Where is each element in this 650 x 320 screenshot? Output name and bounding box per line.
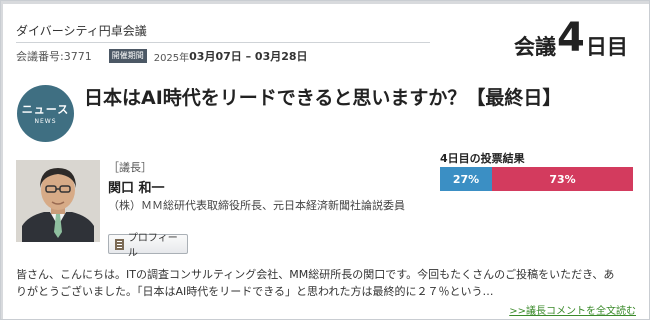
news-icon-sublabel: NEWS <box>34 118 57 125</box>
period-badge: 開催期間 <box>108 49 147 63</box>
vote-result-bar: 27% 73% <box>440 167 633 191</box>
news-icon-label: ニュース <box>21 103 70 116</box>
document-icon <box>115 238 124 250</box>
profile-button[interactable]: プロフィール <box>108 233 188 259</box>
vote-no-segment: 73% <box>492 167 633 191</box>
day-indicator: 会議 4 日目 <box>514 16 628 60</box>
chair-name: 関口 和一 <box>108 181 165 196</box>
period-year: 2025年 <box>153 52 190 64</box>
chair-affiliation: （株）ＭＭ総研代表取締役所長、元日本経済新聞社論説委員 <box>108 199 405 212</box>
profile-button-label: プロフィール <box>127 233 178 259</box>
day-number: 4 <box>557 15 585 61</box>
meeting-id: 会議番号:3771 <box>16 50 92 63</box>
read-full-comment-link[interactable]: >>議長コメントを全文読む <box>509 302 636 317</box>
series-title[interactable]: ダイバーシティ円卓会議 <box>16 22 147 39</box>
series-divider <box>16 42 430 43</box>
day-suffix: 日目 <box>585 35 628 59</box>
day-prefix: 会議 <box>514 35 556 59</box>
news-icon: ニュース NEWS <box>17 85 74 142</box>
vote-yes-segment: 27% <box>440 167 493 191</box>
chair-role: ［議長］ <box>108 161 152 174</box>
meeting-meta: 会議番号:3771 開催期間 2025年 03月07日 – 03月28日 <box>16 49 308 64</box>
headline[interactable]: 日本はAI時代をリードできると思いますか？【最終日】 <box>84 84 604 112</box>
vote-title: 4日目の投票結果 <box>440 152 525 165</box>
chair-portrait-image <box>16 160 100 242</box>
period-range: 03月07日 – 03月28日 <box>189 50 308 63</box>
chair-comment-excerpt: 皆さん、こんにちは。ITの調査コンサルティング会社、MM総研所長の関口です。今回… <box>16 268 615 298</box>
chair-photo <box>16 160 100 242</box>
